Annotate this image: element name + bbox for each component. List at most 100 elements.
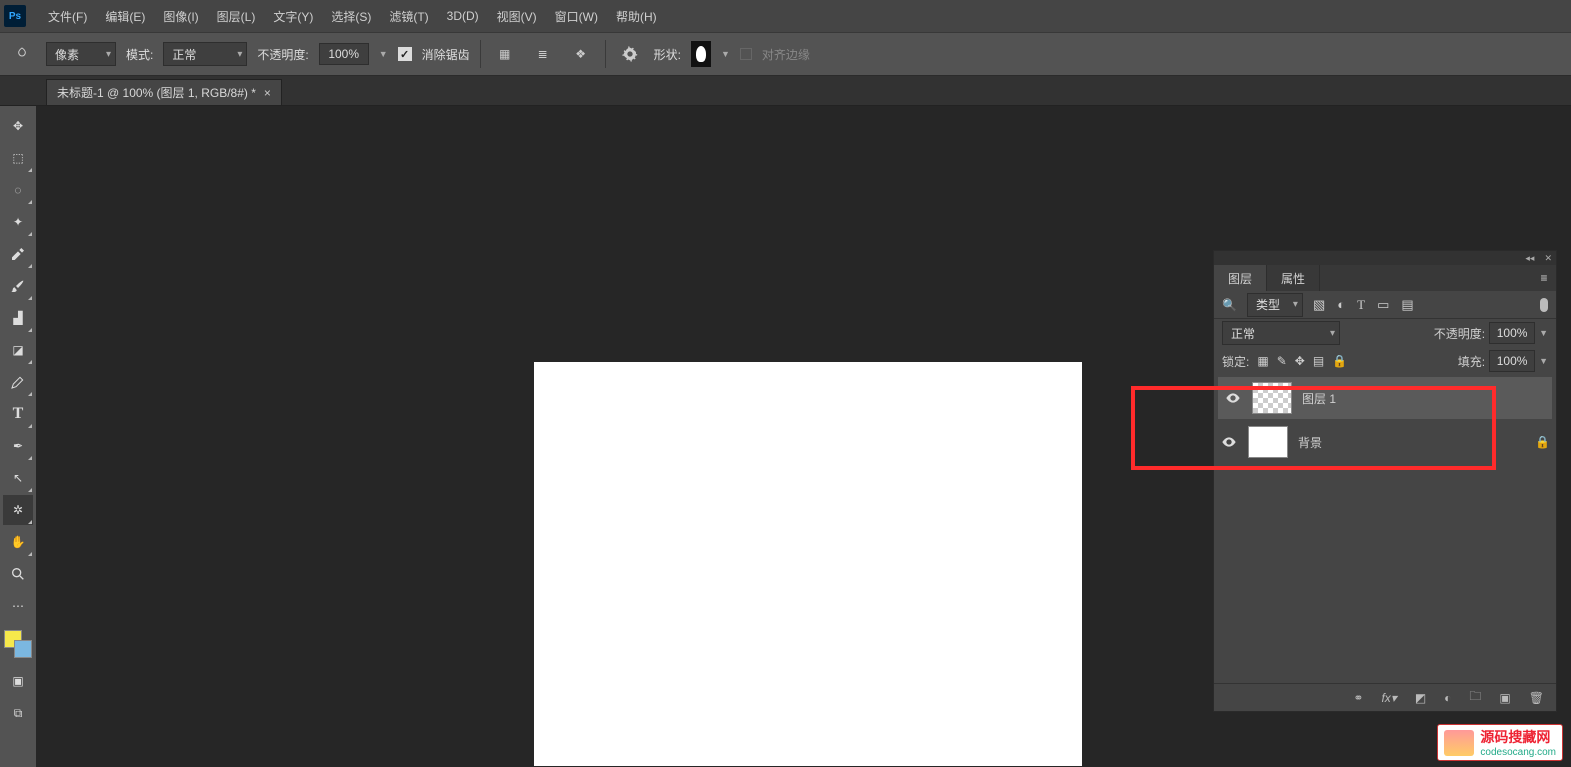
lock-paint-icon[interactable]: ✎	[1277, 354, 1287, 368]
group-icon[interactable]: 🗀	[1469, 687, 1481, 708]
mask-icon[interactable]: ◩	[1415, 691, 1426, 705]
align-edges-label: 对齐边缘	[762, 46, 810, 63]
new-layer-icon[interactable]: ▣	[1499, 691, 1510, 705]
tab-properties[interactable]: 属性	[1267, 265, 1320, 291]
layer-name[interactable]: 背景	[1298, 434, 1525, 451]
align-edges-checkbox[interactable]	[740, 48, 752, 60]
pen-tool[interactable]	[3, 367, 33, 397]
filter-smart-icon[interactable]: ▤	[1401, 297, 1413, 313]
menu-edit[interactable]: 编辑(E)	[99, 4, 151, 29]
brush-tool[interactable]	[3, 271, 33, 301]
filter-shape-icon[interactable]: ▭	[1377, 297, 1389, 313]
panel-titlebar[interactable]: ◂◂ ✕	[1214, 251, 1556, 265]
type-tool[interactable]: T	[3, 399, 33, 429]
gear-icon[interactable]	[616, 40, 644, 68]
menu-filter[interactable]: 滤镜(T)	[383, 4, 434, 29]
shape-picker[interactable]	[691, 41, 711, 67]
move-tool[interactable]: ✥	[3, 111, 33, 141]
custom-shape-tool[interactable]: ✲	[3, 495, 33, 525]
blend-mode-dropdown[interactable]: 正常	[1222, 321, 1340, 345]
lock-icon: 🔒	[1535, 435, 1550, 449]
menu-select[interactable]: 选择(S)	[325, 4, 377, 29]
menu-help[interactable]: 帮助(H)	[610, 4, 663, 29]
mode-label: 模式:	[126, 46, 153, 63]
panel-tabs: 图层 属性 ≡	[1214, 265, 1556, 291]
lock-pos-icon[interactable]: ✥	[1295, 354, 1305, 368]
document-tab-title: 未标题-1 @ 100% (图层 1, RGB/8#) *	[57, 84, 256, 101]
opacity-field[interactable]: 100%	[319, 43, 369, 65]
close-tab-icon[interactable]: ×	[264, 86, 271, 100]
tools-panel: ✥ ⬚ ◌ ✦ ▟ ◪ T ✒ ↖ ✲ ✋ ⋯ ▣ ⧉	[0, 106, 36, 767]
lock-nest-icon[interactable]: ▤	[1313, 354, 1324, 368]
shape-label: 形状:	[654, 46, 681, 63]
align-icon-2[interactable]: ≣	[529, 40, 557, 68]
trash-icon[interactable]: 🗑	[1529, 691, 1544, 705]
layer-name[interactable]: 图层 1	[1302, 390, 1546, 407]
quickmask-icon[interactable]: ▣	[3, 666, 33, 696]
watermark: 源码搜藏网 codesocang.com	[1437, 724, 1563, 761]
menu-window[interactable]: 窗口(W)	[549, 4, 604, 29]
filter-toggle[interactable]	[1540, 298, 1548, 312]
screenmode-icon[interactable]: ⧉	[3, 698, 33, 728]
chevron-down-icon[interactable]: ▼	[1539, 328, 1548, 338]
layer-row[interactable]: 图层 1	[1218, 377, 1552, 419]
menu-view[interactable]: 视图(V)	[491, 4, 543, 29]
menu-layer[interactable]: 图层(L)	[211, 4, 262, 29]
opacity-chevron-icon[interactable]: ▼	[379, 49, 388, 59]
link-layers-icon[interactable]: ⚭	[1353, 691, 1363, 705]
menu-bar: Ps 文件(F) 编辑(E) 图像(I) 图层(L) 文字(Y) 选择(S) 滤…	[0, 0, 1571, 32]
lock-trans-icon[interactable]: ▦	[1257, 354, 1268, 368]
filter-adjust-icon[interactable]: ◐	[1337, 297, 1345, 313]
panel-menu-icon[interactable]: ≡	[1532, 265, 1556, 291]
layer-thumbnail[interactable]	[1252, 382, 1292, 414]
menu-type[interactable]: 文字(Y)	[267, 4, 319, 29]
hand-tool[interactable]: ✋	[3, 527, 33, 557]
marquee-tool[interactable]: ⬚	[3, 143, 33, 173]
zoom-tool[interactable]	[3, 559, 33, 589]
edit-toolbar-icon[interactable]: ⋯	[3, 591, 33, 621]
close-panel-icon[interactable]: ✕	[1544, 253, 1552, 264]
menu-file[interactable]: 文件(F)	[42, 4, 93, 29]
watermark-title: 源码搜藏网	[1480, 727, 1556, 747]
layer-thumbnail[interactable]	[1248, 426, 1288, 458]
adjustment-icon[interactable]: ◐	[1444, 691, 1451, 705]
filter-pixel-icon[interactable]: ▧	[1313, 297, 1325, 313]
shape-chevron-icon[interactable]: ▼	[721, 49, 730, 59]
layers-empty-area[interactable]	[1214, 463, 1556, 683]
search-icon: 🔍	[1222, 298, 1237, 312]
stack-icon[interactable]: ❖	[567, 40, 595, 68]
align-icon-1[interactable]: ▦	[491, 40, 519, 68]
direct-select-tool[interactable]: ↖	[3, 463, 33, 493]
layer-row[interactable]: 背景 🔒	[1214, 421, 1556, 463]
fx-icon[interactable]: fx▾	[1381, 691, 1396, 705]
visibility-toggle[interactable]	[1224, 390, 1242, 406]
menu-3d[interactable]: 3D(D)	[441, 5, 485, 27]
lasso-tool[interactable]: ◌	[3, 175, 33, 205]
path-tool[interactable]: ✒	[3, 431, 33, 461]
tab-layers[interactable]: 图层	[1214, 265, 1267, 291]
filter-type-icon[interactable]: T	[1357, 297, 1365, 313]
antialias-checkbox[interactable]: ✓	[398, 47, 412, 61]
collapse-icon[interactable]: ◂◂	[1525, 253, 1534, 264]
eyedropper-tool[interactable]	[3, 239, 33, 269]
blend-opacity-row: 正常 不透明度: 100% ▼	[1214, 319, 1556, 347]
tool-preset-icon[interactable]	[8, 40, 36, 68]
clone-stamp-tool[interactable]: ▟	[3, 303, 33, 333]
mode-dropdown[interactable]: 正常	[163, 42, 247, 66]
magic-wand-tool[interactable]: ✦	[3, 207, 33, 237]
eraser-tool[interactable]: ◪	[3, 335, 33, 365]
document-tab[interactable]: 未标题-1 @ 100% (图层 1, RGB/8#) * ×	[46, 79, 282, 105]
options-bar: 像素 模式: 正常 不透明度: 100% ▼ ✓ 消除锯齿 ▦ ≣ ❖ 形状: …	[0, 32, 1571, 76]
filter-type-dropdown[interactable]: 类型	[1247, 293, 1303, 317]
lock-all-icon[interactable]: 🔒	[1332, 354, 1347, 368]
chevron-down-icon[interactable]: ▼	[1539, 356, 1548, 366]
visibility-toggle[interactable]	[1220, 434, 1238, 450]
layer-opacity-field[interactable]: 100%	[1489, 322, 1535, 344]
background-swatch[interactable]	[14, 640, 32, 658]
menu-image[interactable]: 图像(I)	[157, 4, 204, 29]
document-canvas[interactable]	[534, 362, 1082, 766]
unit-dropdown[interactable]: 像素	[46, 42, 116, 66]
layer-opacity-label: 不透明度:	[1434, 325, 1485, 342]
color-swatches[interactable]	[4, 630, 32, 658]
fill-field[interactable]: 100%	[1489, 350, 1535, 372]
